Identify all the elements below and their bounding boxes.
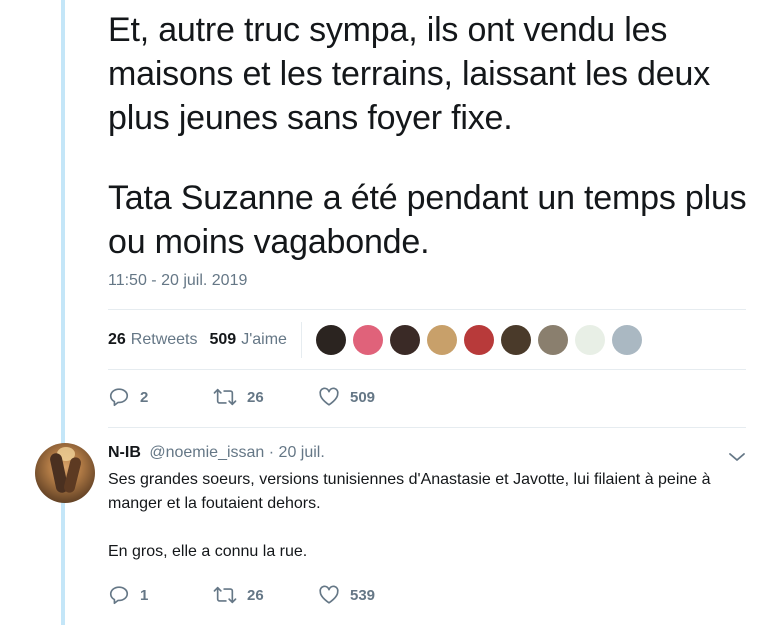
avatar[interactable] [463,325,494,355]
reply-count: 1 [140,586,149,604]
reply-icon [109,388,129,407]
reply-button[interactable]: 2 [108,386,213,408]
tweet-actions: 2 26 509 [108,386,375,408]
avatar[interactable] [426,325,457,355]
reply-header: N-IB @noemie_issan · 20 juil. [108,444,325,462]
retweets-stat[interactable]: 26 Retweets [108,331,198,349]
avatar[interactable] [315,325,346,355]
retweet-icon [213,586,237,604]
likes-count: 509 [209,331,237,348]
avatar[interactable] [537,325,568,355]
liker-avatars [315,325,649,355]
reply-author-name[interactable]: N-IB [108,444,141,461]
divider [108,427,746,428]
thread-connector-line [61,0,65,625]
retweets-label: Retweets [130,331,198,348]
reply-paragraph: En gros, elle a connu la rue. [108,543,308,560]
tweet-timestamp[interactable]: 11:50 - 20 juil. 2019 [108,272,247,290]
like-count: 509 [350,388,376,406]
likes-label: J'aime [241,331,287,348]
divider [300,322,302,358]
divider [108,369,746,370]
reply-author-handle[interactable]: @noemie_issan [149,444,264,461]
like-count: 539 [350,586,376,604]
like-button[interactable]: 509 [318,386,375,408]
avatar[interactable] [389,325,420,355]
retweets-count: 26 [108,331,126,348]
tweet-stats: 26 Retweets 509 J'aime [108,322,649,358]
avatar[interactable] [611,325,642,355]
retweet-button[interactable]: 26 [213,386,318,408]
tweet-paragraph: Et, autre truc sympa, ils ont vendu les … [108,11,710,137]
reply-actions: 1 26 539 [108,584,375,606]
heart-icon [319,387,339,406]
retweet-button[interactable]: 26 [213,584,318,606]
avatar[interactable] [352,325,383,355]
reply-text: Ses grandes soeurs, versions tunisiennes… [108,468,738,564]
avatar[interactable] [574,325,605,355]
tweet-paragraph: Tata Suzanne a été pendant un temps plus… [108,179,747,261]
reply-count: 2 [140,388,149,406]
divider [108,309,746,310]
like-button[interactable]: 539 [318,584,375,606]
heart-icon [319,585,339,604]
reply-button[interactable]: 1 [108,584,213,606]
avatar[interactable] [35,443,95,503]
retweet-icon [213,388,237,406]
more-options-button[interactable] [728,450,746,468]
avatar[interactable] [500,325,531,355]
likes-stat[interactable]: 509 J'aime [210,331,287,349]
retweet-count: 26 [247,388,264,406]
reply-date[interactable]: · 20 juil. [269,444,325,461]
reply-paragraph: Ses grandes soeurs, versions tunisiennes… [108,471,711,512]
tweet-text: Et, autre truc sympa, ils ont vendu les … [108,8,758,264]
chevron-down-icon [729,453,745,461]
reply-icon [109,586,129,605]
retweet-count: 26 [247,586,264,604]
